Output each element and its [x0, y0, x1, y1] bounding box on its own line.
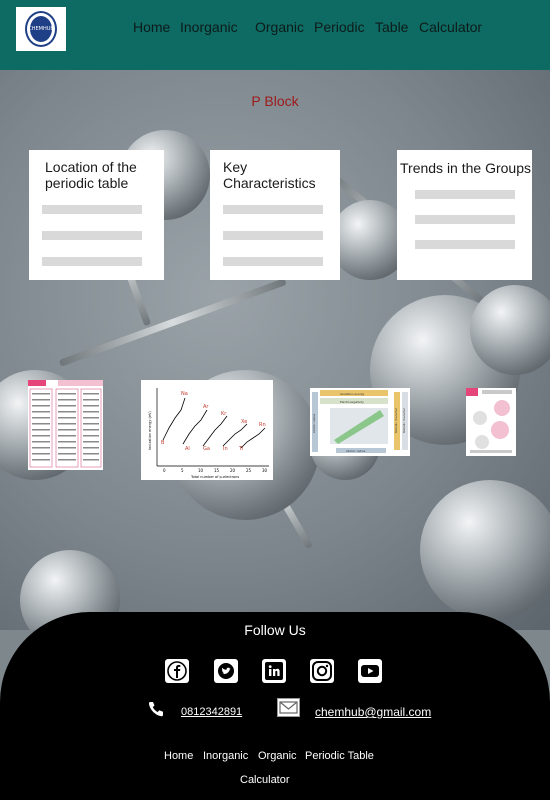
placeholder-line: [415, 215, 515, 224]
trends-label: Atomic radius: [346, 449, 366, 453]
follow-us-heading: Follow Us: [244, 622, 306, 638]
footer-link-periodic-table[interactable]: Periodic Table: [305, 750, 374, 762]
nav-organic[interactable]: Organic: [255, 19, 304, 35]
card-title: Trends in the Groups: [400, 160, 531, 176]
chart-tick: 0: [163, 468, 166, 473]
site-footer: [0, 612, 550, 800]
chart-x-label: Total number of p-electrons: [190, 475, 239, 479]
nav-inorganic[interactable]: Inorganic: [180, 19, 238, 35]
chart-element-label: In: [223, 446, 228, 452]
ionization-chart-image: Na Ar Kr Xe Rn B Al Ga In Tl 0 5 10 15 2…: [148, 388, 269, 479]
card-trends[interactable]: Trends in the Groups: [397, 150, 532, 280]
phone-link[interactable]: 0812342891: [181, 706, 242, 718]
periodic-chart-image: [28, 380, 103, 468]
chart-element-label: Xe: [241, 419, 247, 425]
thumbnail-ionization-chart[interactable]: Na Ar Kr Xe Rn B Al Ga In Tl 0 5 10 15 2…: [141, 380, 273, 480]
youtube-icon[interactable]: [358, 659, 382, 683]
nav-table[interactable]: Table: [375, 19, 408, 35]
chart-tick: 10: [198, 468, 204, 473]
card-location[interactable]: Location of the periodic table: [29, 150, 164, 280]
trends-label: Metallic character: [394, 407, 398, 433]
footer-link-home[interactable]: Home: [164, 750, 193, 762]
trends-label: Electronegativity: [340, 400, 364, 404]
thumbnail-trends-diagram[interactable]: Ionization energy Electronegativity Atom…: [310, 388, 410, 456]
chart-y-label: Ionization energy (eV): [148, 411, 152, 450]
placeholder-line: [42, 231, 142, 240]
email-link[interactable]: chemhub@gmail.com: [315, 705, 431, 719]
footer-link-calculator[interactable]: Calculator: [240, 774, 290, 786]
thumbnail-periodic-chart[interactable]: [28, 380, 103, 470]
chart-tick: 20: [230, 468, 236, 473]
twitter-icon[interactable]: [214, 659, 238, 683]
chart-tick: 15: [214, 468, 220, 473]
card-key-characteristics[interactable]: Key Characteristics: [210, 150, 340, 280]
chart-element-label: Ar: [203, 404, 209, 410]
placeholder-line: [42, 257, 142, 266]
chart-element-label: Ga: [203, 446, 210, 452]
trends-diagram-image: Ionization energy Electronegativity Atom…: [312, 390, 408, 453]
nav-periodic[interactable]: Periodic: [314, 19, 365, 35]
card-title: Location of the periodic table: [45, 159, 137, 191]
email-icon: [277, 698, 300, 717]
site-logo[interactable]: CHEMHUB: [16, 7, 66, 51]
chart-tick: 5: [181, 468, 184, 473]
bond-rod: [58, 278, 287, 367]
logo-text: CHEMHUB: [28, 26, 54, 32]
top-header: CHEMHUB Home Inorganic Organic Periodic …: [0, 0, 550, 70]
placeholder-line: [415, 190, 515, 199]
placeholder-line: [223, 231, 323, 240]
placeholder-line: [415, 240, 515, 249]
footer-link-inorganic[interactable]: Inorganic: [203, 750, 248, 762]
chart-element-label: Kr: [221, 411, 227, 417]
facebook-icon[interactable]: [165, 659, 189, 683]
chart-tick: 30: [262, 468, 268, 473]
chart-element-label: Al: [185, 446, 190, 452]
chart-tick: 25: [246, 468, 252, 473]
atom-sphere: [420, 480, 550, 620]
trends-label: Metallic character: [402, 407, 406, 433]
atom-sphere: [470, 285, 550, 375]
card-title: Key Characteristics: [223, 159, 316, 191]
chart-element-label: Rn: [259, 422, 266, 428]
nav-calculator[interactable]: Calculator: [419, 19, 482, 35]
trends-label: Ionization energy: [340, 392, 365, 396]
page-title: P Block: [251, 93, 299, 109]
phone-icon: [147, 700, 165, 723]
chart-element-label: B: [161, 440, 165, 446]
linkedin-icon[interactable]: [262, 659, 286, 683]
nav-home[interactable]: Home: [133, 19, 170, 35]
placeholder-line: [42, 205, 142, 214]
thumbnail-infographic[interactable]: [466, 388, 516, 456]
placeholder-line: [223, 257, 323, 266]
chart-element-label: Tl: [238, 446, 243, 452]
trends-label: Atomic radius: [312, 413, 316, 433]
placeholder-line: [223, 205, 323, 214]
footer-link-organic[interactable]: Organic: [258, 750, 297, 762]
infographic-image: [466, 388, 512, 453]
logo-badge-icon: CHEMHUB: [27, 13, 55, 45]
instagram-icon[interactable]: [310, 659, 334, 683]
chart-element-label: Na: [181, 391, 188, 397]
